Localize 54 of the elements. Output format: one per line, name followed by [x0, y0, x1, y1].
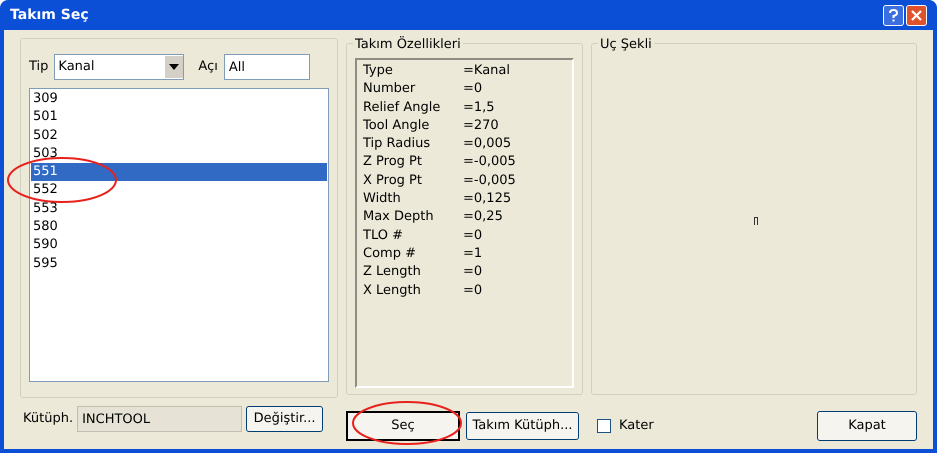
property-value: =0,005	[463, 135, 512, 154]
close-dialog-button[interactable]: Kapat	[817, 411, 917, 441]
property-value: =0	[463, 282, 482, 300]
property-value: =0,125	[463, 190, 512, 208]
tool-list-item[interactable]: 595	[31, 254, 327, 273]
type-dropdown[interactable]: Kanal	[54, 54, 184, 80]
property-value: =0	[463, 226, 482, 245]
close-icon	[911, 10, 922, 20]
property-value: =-0,005	[463, 172, 516, 190]
tool-list-item[interactable]: 590	[31, 236, 327, 255]
property-value: =-0,005	[463, 153, 516, 172]
tool-list-item[interactable]: 551	[31, 163, 327, 182]
library-label: Kütüph.	[23, 410, 74, 428]
property-value: =270	[463, 116, 499, 135]
tool-list-item[interactable]: 502	[31, 126, 327, 145]
library-field[interactable]: INCHTOOL	[77, 406, 242, 432]
window-title: Takım Seç	[10, 6, 89, 24]
property-name: Number	[363, 80, 416, 98]
property-name: Tip Radius	[363, 135, 432, 154]
property-value: =0,25	[463, 208, 503, 226]
property-value: =Kanal	[463, 62, 510, 80]
close-button[interactable]	[906, 4, 927, 26]
change-button[interactable]: Değiştir...	[246, 406, 324, 432]
property-value: =1	[463, 244, 482, 263]
property-name: Tool Angle	[363, 116, 430, 135]
tool-shape-icon	[754, 217, 758, 225]
help-button[interactable]	[883, 4, 904, 26]
cutter-label: Kater	[619, 417, 654, 436]
angle-label: Açı	[198, 58, 218, 76]
type-label: Tip	[29, 58, 48, 76]
tool-list-item[interactable]: 503	[31, 144, 327, 164]
property-name: Width	[363, 190, 402, 208]
property-name: TLO #	[363, 226, 404, 245]
select-button[interactable]: Seç	[346, 411, 460, 441]
angle-field[interactable]: All	[224, 54, 310, 80]
property-name: X Prog Pt	[363, 172, 423, 190]
cutter-checkbox[interactable]	[597, 419, 611, 433]
help-icon	[889, 8, 898, 22]
property-name: Z Prog Pt	[363, 153, 423, 172]
property-name: Type	[363, 62, 394, 80]
property-name: Comp #	[363, 244, 417, 263]
property-value: =1,5	[463, 98, 495, 117]
property-value: =0	[463, 80, 482, 98]
tool-list-item[interactable]: 553	[31, 200, 327, 218]
property-name: Relief Angle	[363, 98, 442, 117]
property-value: =0	[463, 263, 482, 282]
property-name: Z Length	[363, 263, 422, 282]
tool-list-item[interactable]: 309	[31, 90, 327, 108]
tool-list-item[interactable]: 580	[31, 218, 327, 236]
tool-list-item[interactable]: 552	[31, 181, 327, 200]
property-name: Max Depth	[363, 208, 435, 226]
tool-library-button[interactable]: Takım Kütüph...	[466, 412, 579, 440]
tool-list-item[interactable]: 501	[31, 108, 327, 127]
property-name: X Length	[363, 282, 422, 300]
